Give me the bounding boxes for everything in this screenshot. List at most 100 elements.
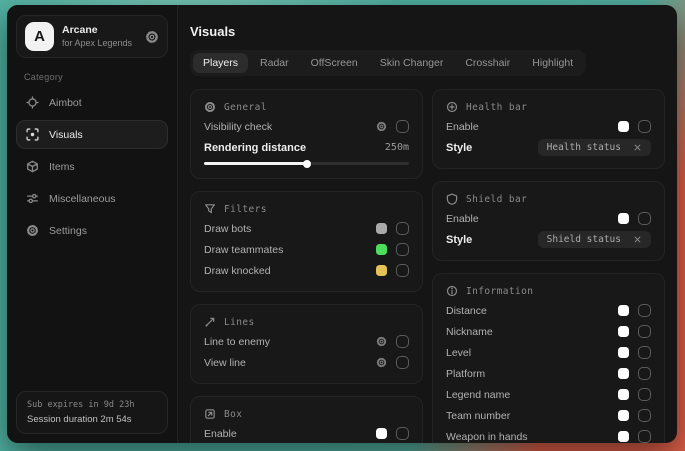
- sidebar-item-settings[interactable]: Settings: [16, 216, 168, 245]
- tab-highlight[interactable]: Highlight: [522, 53, 583, 73]
- clear-x-icon[interactable]: [633, 143, 642, 152]
- session-duration-text: Session duration 2m 54s: [27, 414, 157, 425]
- column-right: Health bar EnableStyleHealth status Shield…: [432, 89, 665, 443]
- color-swatch[interactable]: [376, 244, 387, 255]
- color-swatch[interactable]: [618, 389, 629, 400]
- style-select[interactable]: Shield status: [538, 231, 651, 248]
- main-panel: Visuals PlayersRadarOffScreenSkin Change…: [178, 5, 677, 443]
- sidebar: A Arcane for Apex Legends Category Aimbo…: [7, 5, 178, 443]
- checkbox[interactable]: [638, 325, 651, 338]
- color-swatch[interactable]: [376, 265, 387, 276]
- setting-row-line-to-enemy: Line to enemy: [204, 331, 409, 352]
- tab-radar[interactable]: Radar: [250, 53, 299, 73]
- tab-crosshair[interactable]: Crosshair: [455, 53, 520, 73]
- color-swatch[interactable]: [618, 368, 629, 379]
- section-header: Lines: [204, 316, 409, 328]
- section-title: Information: [466, 286, 533, 297]
- color-swatch[interactable]: [618, 347, 629, 358]
- section-header: Information: [446, 285, 651, 297]
- scan-icon: [26, 128, 39, 141]
- section-shield-bar: Shield barEnableStyleShield status: [432, 181, 665, 261]
- tab-offscreen[interactable]: OffScreen: [301, 53, 368, 73]
- clear-x-icon[interactable]: [633, 235, 642, 244]
- color-swatch[interactable]: [376, 223, 387, 234]
- health-icon: [446, 101, 458, 113]
- setting-label: Enable: [204, 428, 376, 440]
- setting-label: Visibility check: [204, 121, 376, 133]
- page-title: Visuals: [190, 24, 665, 39]
- style-select[interactable]: Health status: [538, 139, 651, 156]
- checkbox[interactable]: [638, 430, 651, 443]
- desktop-background: A Arcane for Apex Legends Category Aimbo…: [0, 0, 685, 451]
- slider-track[interactable]: [204, 162, 409, 165]
- color-swatch[interactable]: [618, 431, 629, 442]
- setting-label: Level: [446, 347, 618, 359]
- crosshair-icon: [26, 96, 39, 109]
- sidebar-item-aimbot[interactable]: Aimbot: [16, 88, 168, 117]
- color-swatch[interactable]: [376, 428, 387, 439]
- setting-label: Weapon in hands: [446, 431, 618, 443]
- color-swatch[interactable]: [618, 121, 629, 132]
- section-health-bar: Health bar EnableStyleHealth status: [432, 89, 665, 169]
- line-icon: [204, 316, 216, 328]
- subscription-card: Sub expires in 9d 23h Session duration 2…: [16, 391, 168, 434]
- sliders-icon: [26, 192, 39, 205]
- checkbox[interactable]: [396, 243, 409, 256]
- section-general: GeneralVisibility checkRendering distanc…: [190, 89, 423, 179]
- tab-players[interactable]: Players: [193, 53, 248, 73]
- tab-bar: PlayersRadarOffScreenSkin ChangerCrossha…: [190, 50, 586, 76]
- checkbox[interactable]: [638, 304, 651, 317]
- checkbox[interactable]: [638, 409, 651, 422]
- sidebar-item-label: Miscellaneous: [49, 193, 116, 205]
- setting-row-visibility-check: Visibility check: [204, 116, 409, 137]
- checkbox[interactable]: [396, 120, 409, 133]
- header-gear-icon[interactable]: [145, 30, 159, 44]
- section-lines: Lines Line to enemy View line: [190, 304, 423, 384]
- tab-skin-changer[interactable]: Skin Changer: [370, 53, 454, 73]
- checkbox[interactable]: [638, 212, 651, 225]
- setting-row-view-line: View line: [204, 352, 409, 373]
- checkbox[interactable]: [638, 367, 651, 380]
- rendering-distance-slider[interactable]: [204, 162, 409, 165]
- checkbox[interactable]: [396, 356, 409, 369]
- setting-label: Distance: [446, 305, 618, 317]
- sidebar-item-label: Settings: [49, 225, 87, 237]
- box-icon: [204, 408, 216, 420]
- slider-thumb[interactable]: [303, 160, 311, 168]
- checkbox[interactable]: [396, 222, 409, 235]
- checkbox[interactable]: [396, 335, 409, 348]
- setting-row-style: StyleHealth status: [446, 137, 651, 158]
- setting-row-level: Level: [446, 342, 651, 363]
- checkbox[interactable]: [396, 264, 409, 277]
- setting-row-draw-knocked: Draw knocked: [204, 260, 409, 281]
- setting-label: View line: [204, 357, 376, 369]
- section-header: Filters: [204, 203, 409, 215]
- checkbox[interactable]: [638, 388, 651, 401]
- section-header: Health bar: [446, 101, 651, 113]
- color-swatch[interactable]: [618, 213, 629, 224]
- select-value: Shield status: [547, 234, 621, 245]
- gear-icon[interactable]: [376, 336, 387, 347]
- section-title: Lines: [224, 317, 255, 328]
- checkbox[interactable]: [638, 120, 651, 133]
- sidebar-nav: Aimbot Visuals Items Miscellaneous Settings: [16, 88, 168, 245]
- setting-label: Line to enemy: [204, 336, 376, 348]
- setting-label: Draw knocked: [204, 265, 376, 277]
- info-icon: [446, 285, 458, 297]
- gear-icon[interactable]: [376, 121, 387, 132]
- color-swatch[interactable]: [618, 305, 629, 316]
- app-header-card: A Arcane for Apex Legends: [16, 15, 168, 58]
- cube-icon: [26, 160, 39, 173]
- setting-row-enable: Enable: [446, 116, 651, 137]
- checkbox[interactable]: [396, 427, 409, 440]
- gear-icon[interactable]: [376, 357, 387, 368]
- setting-row-team-number: Team number: [446, 405, 651, 426]
- sidebar-item-miscellaneous[interactable]: Miscellaneous: [16, 184, 168, 213]
- sidebar-item-items[interactable]: Items: [16, 152, 168, 181]
- section-header: Box: [204, 408, 409, 420]
- color-swatch[interactable]: [618, 410, 629, 421]
- section-box: BoxEnableEnable background: [190, 396, 423, 443]
- checkbox[interactable]: [638, 346, 651, 359]
- sidebar-item-visuals[interactable]: Visuals: [16, 120, 168, 149]
- color-swatch[interactable]: [618, 326, 629, 337]
